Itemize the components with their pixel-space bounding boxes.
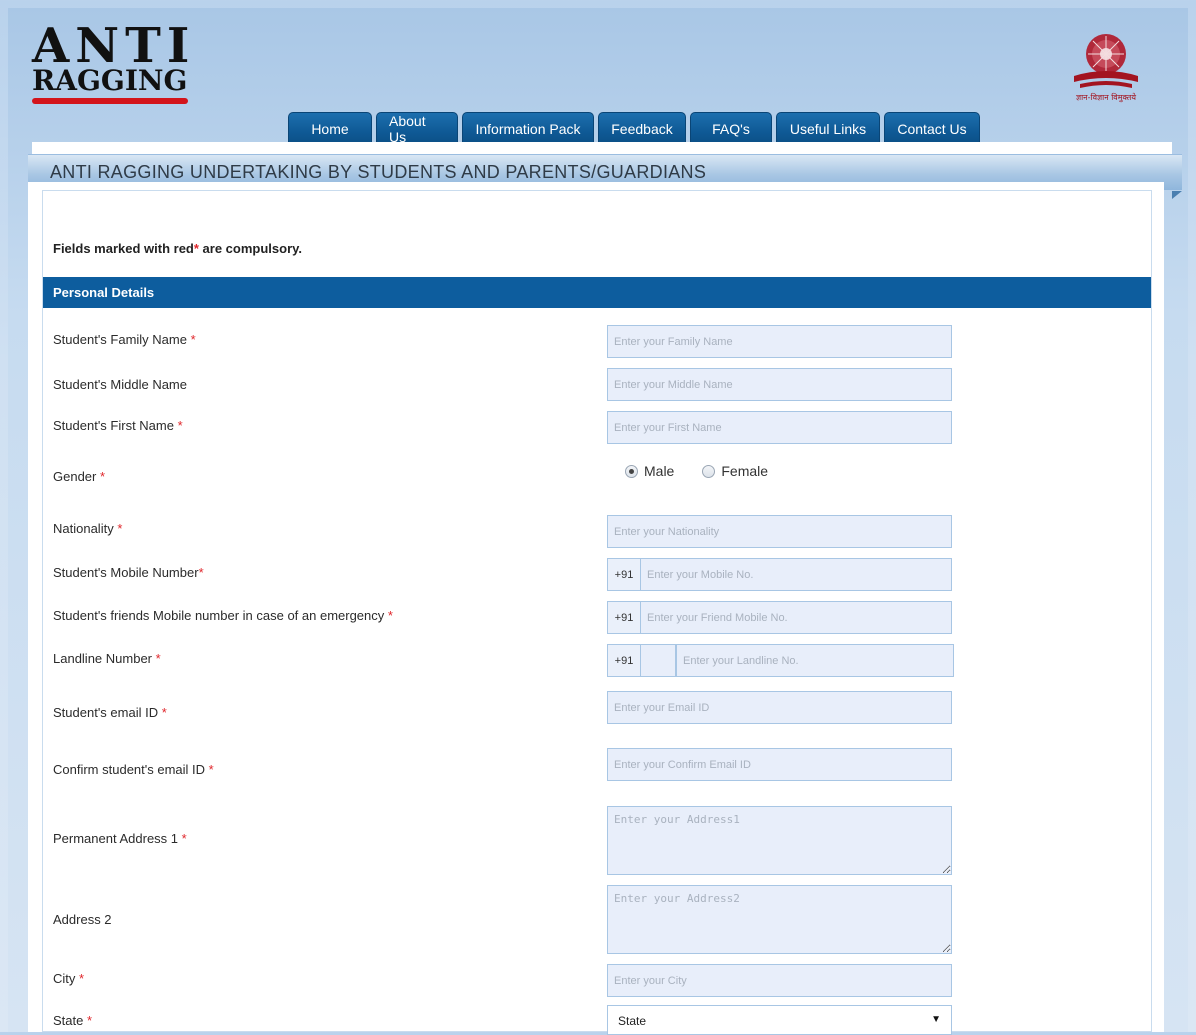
city-label: City * — [53, 971, 84, 986]
state-select-value: State — [618, 1014, 647, 1028]
nationality-label-text: Nationality — [53, 521, 114, 536]
nav-about-us[interactable]: About Us — [376, 112, 458, 145]
form-container: Fields marked with red* are compulsory. … — [42, 190, 1152, 1035]
required-star: * — [155, 651, 161, 666]
required-star: * — [177, 418, 183, 433]
first-name-label: Student's First Name * — [53, 418, 183, 433]
friend-mobile-input[interactable] — [640, 601, 952, 634]
required-star: * — [190, 332, 196, 347]
gender-label-text: Gender — [53, 469, 97, 484]
gender-male-radio[interactable] — [625, 464, 638, 478]
nav-home[interactable]: Home — [288, 112, 372, 144]
page-title: ANTI RAGGING UNDERTAKING BY STUDENTS AND… — [50, 162, 707, 182]
first-name-input[interactable] — [607, 411, 952, 444]
email-input[interactable] — [607, 691, 952, 724]
section-header-personal-details: Personal Details — [43, 277, 1151, 308]
first-name-label-text: Student's First Name — [53, 418, 174, 433]
gender-male-label[interactable]: Male — [644, 463, 674, 479]
address1-label: Permanent Address 1 * — [53, 831, 187, 846]
gender-radio-group: Male Female — [625, 463, 768, 479]
emblem-caption: ज्ञान-विज्ञान विमुक्तये — [1075, 93, 1137, 102]
band-fold-right — [1172, 191, 1182, 199]
required-note: Fields marked with red* are compulsory. — [53, 241, 302, 256]
nav-baseline — [32, 142, 1172, 154]
note-suffix: are compulsory. — [198, 241, 303, 256]
landline-input[interactable] — [676, 644, 954, 677]
gender-female-radio[interactable] — [702, 464, 716, 478]
friend-mobile-country-code: +91 — [607, 601, 641, 634]
state-select[interactable]: State ▼ — [607, 1005, 952, 1035]
state-label-text: State — [53, 1013, 84, 1028]
required-star: * — [208, 762, 214, 777]
logo-line2: RAGGING — [32, 64, 188, 97]
address2-label: Address 2 — [53, 912, 112, 927]
emblem-icon — [1074, 34, 1138, 88]
logo-line1: ANTI — [32, 18, 196, 74]
main-nav: Home About Us Information Pack Feedback … — [288, 112, 980, 145]
nationality-label: Nationality * — [53, 521, 122, 536]
middle-name-input[interactable] — [607, 368, 952, 401]
required-star: * — [198, 565, 204, 580]
required-star: * — [100, 469, 106, 484]
friend-mobile-label-text: Student's friends Mobile number in case … — [53, 608, 385, 623]
address2-textarea[interactable] — [607, 885, 952, 954]
email-label: Student's email ID * — [53, 705, 167, 720]
ugc-emblem: ज्ञान-विज्ञान विमुक्तये — [1066, 28, 1146, 104]
nav-information-pack[interactable]: Information Pack — [462, 112, 594, 144]
required-star: * — [117, 521, 123, 536]
logo-underline — [32, 98, 188, 104]
content-panel: Fields marked with red* are compulsory. … — [28, 182, 1164, 1035]
friend-mobile-label: Student's friends Mobile number in case … — [53, 608, 393, 623]
dropdown-arrow-icon: ▼ — [931, 1014, 941, 1025]
gender-label: Gender * — [53, 469, 105, 484]
nav-useful-links[interactable]: Useful Links — [776, 112, 880, 144]
family-name-label-text: Student's Family Name — [53, 332, 187, 347]
mobile-country-code: +91 — [607, 558, 641, 591]
required-star: * — [161, 705, 167, 720]
gender-female-label[interactable]: Female — [721, 463, 768, 479]
confirm-email-label: Confirm student's email ID * — [53, 762, 214, 777]
email-label-text: Student's email ID — [53, 705, 159, 720]
nationality-input[interactable] — [607, 515, 952, 548]
confirm-email-input[interactable] — [607, 748, 952, 781]
mobile-label-text: Student's Mobile Number — [53, 565, 199, 580]
family-name-label: Student's Family Name * — [53, 332, 196, 347]
landline-country-code: +91 — [607, 644, 641, 677]
landline-std-code-input[interactable] — [640, 644, 676, 677]
landline-label: Landline Number * — [53, 651, 161, 666]
state-label: State * — [53, 1013, 92, 1028]
nav-feedback[interactable]: Feedback — [598, 112, 686, 144]
landline-label-text: Landline Number — [53, 651, 153, 666]
mobile-label: Student's Mobile Number* — [53, 565, 204, 580]
address1-textarea[interactable] — [607, 806, 952, 875]
required-star: * — [387, 608, 393, 623]
anti-ragging-logo[interactable]: ANTI RAGGING — [32, 22, 202, 104]
family-name-input[interactable] — [607, 325, 952, 358]
address1-label-text: Permanent Address 1 — [53, 831, 179, 846]
required-star: * — [86, 1013, 93, 1028]
nav-faqs[interactable]: FAQ's — [690, 112, 772, 144]
confirm-email-label-text: Confirm student's email ID — [53, 762, 206, 777]
mobile-input[interactable] — [640, 558, 952, 591]
nav-contact-us[interactable]: Contact Us — [884, 112, 980, 144]
middle-name-label: Student's Middle Name — [53, 377, 187, 392]
note-prefix: Fields marked with red — [53, 241, 194, 256]
required-star: * — [181, 831, 187, 846]
city-input[interactable] — [607, 964, 952, 997]
required-star: * — [79, 971, 85, 986]
city-label-text: City — [53, 971, 76, 986]
